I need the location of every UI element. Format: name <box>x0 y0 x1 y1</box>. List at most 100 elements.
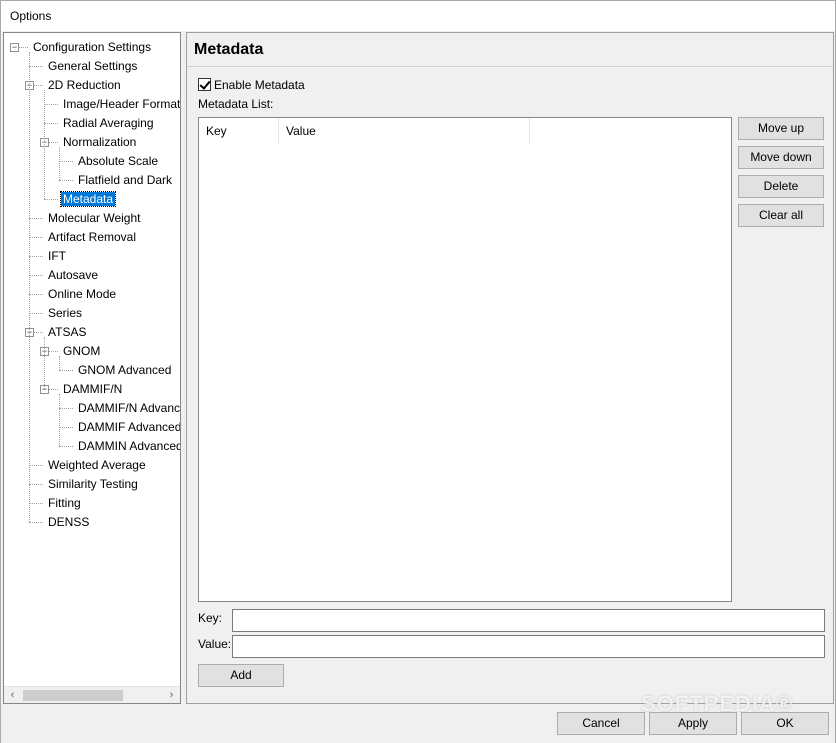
tree-item[interactable]: ATSAS <box>46 323 88 342</box>
delete-button[interactable]: Delete <box>738 175 824 198</box>
tree-item-label: General Settings <box>48 59 138 73</box>
column-header-value[interactable]: Value <box>279 118 530 144</box>
tree-connector <box>59 408 73 409</box>
move-down-button[interactable]: Move down <box>738 146 824 169</box>
tree-item[interactable]: Configuration Settings <box>31 38 153 57</box>
tree-item-label: Flatfield and Dark <box>78 173 173 187</box>
scrollbar-thumb[interactable] <box>23 690 123 701</box>
tree-item[interactable]: Online Mode <box>46 285 118 304</box>
scroll-left-icon[interactable]: ‹ <box>4 687 21 703</box>
tree-guide-line <box>29 52 30 522</box>
tree-connector <box>59 161 73 162</box>
tree-item[interactable]: IFT <box>46 247 68 266</box>
tree-guide-line <box>59 147 60 180</box>
tree-item-label: Online Mode <box>48 287 117 301</box>
scroll-right-icon[interactable]: › <box>163 687 180 703</box>
enable-metadata-label: Enable Metadata <box>214 78 305 92</box>
tree-item[interactable]: GNOM <box>61 342 102 361</box>
enable-metadata-row[interactable]: Enable Metadata <box>198 77 305 93</box>
tree-item-label: Fitting <box>48 496 81 510</box>
cancel-button[interactable]: Cancel <box>557 712 645 735</box>
tree-connector <box>29 522 43 523</box>
metadata-list-label: Metadata List: <box>198 97 274 111</box>
tree-item-label: GNOM <box>63 344 101 358</box>
tree-item-label: 2D Reduction <box>48 78 121 92</box>
tree-item-label: Molecular Weight <box>48 211 141 225</box>
tree-item[interactable]: Molecular Weight <box>46 209 142 228</box>
tree-connector <box>29 503 43 504</box>
tree-item-label: DENSS <box>48 515 90 529</box>
tree-item[interactable]: DAMMIF Advanced <box>76 418 181 437</box>
tree-item-label: DAMMIN Advanced <box>78 439 181 453</box>
metadata-list[interactable]: Key Value <box>198 117 732 602</box>
tree-item-label: IFT <box>48 249 66 263</box>
tree-connector <box>29 218 43 219</box>
tree-item-label: DAMMIF/N Advanced <box>78 401 181 415</box>
tree-item[interactable]: DAMMIF/N Advanced <box>76 399 181 418</box>
metadata-panel: Metadata Enable Metadata Metadata List: … <box>186 32 834 704</box>
tree-item-label: GNOM Advanced <box>78 363 172 377</box>
key-field-label: Key: <box>198 611 223 625</box>
tree-item-label: Weighted Average <box>48 458 146 472</box>
tree-item-label: Artifact Removal <box>48 230 137 244</box>
window-title: Options <box>10 9 52 23</box>
tree-item[interactable]: Metadata <box>59 190 117 209</box>
tree-item[interactable]: GNOM Advanced <box>76 361 173 380</box>
tree-item[interactable]: DAMMIN Advanced <box>76 437 181 456</box>
tree-item-label: Radial Averaging <box>63 116 154 130</box>
tree-item[interactable]: Artifact Removal <box>46 228 138 247</box>
tree-item[interactable]: DENSS <box>46 513 91 532</box>
tree-item[interactable]: Weighted Average <box>46 456 148 475</box>
add-button[interactable]: Add <box>198 664 284 687</box>
tree-item[interactable]: Autosave <box>46 266 100 285</box>
move-up-button[interactable]: Move up <box>738 117 824 140</box>
tree-horizontal-scrollbar[interactable]: ‹ › <box>4 686 180 703</box>
clear-all-button[interactable]: Clear all <box>738 204 824 227</box>
tree-item[interactable]: DAMMIF/N <box>61 380 124 399</box>
tree-item-label: Similarity Testing <box>48 477 138 491</box>
settings-tree[interactable]: − Configuration Settings General Settings −… <box>3 32 181 704</box>
tree-guide-line <box>59 394 60 446</box>
tree-item[interactable]: Image/Header Format <box>61 95 181 114</box>
tree-item[interactable]: Radial Averaging <box>61 114 156 133</box>
tree-connector <box>29 66 43 67</box>
tree-item-label: DAMMIF Advanced <box>78 420 181 434</box>
tree-connector <box>59 370 73 371</box>
tree-item[interactable]: Fitting <box>46 494 83 513</box>
tree-connector <box>29 313 43 314</box>
tree-connector <box>29 294 43 295</box>
tree-item[interactable]: General Settings <box>46 57 139 76</box>
tree-connector <box>44 104 58 105</box>
tree-connector <box>29 275 43 276</box>
tree-connector <box>29 237 43 238</box>
tree-item-label: Metadata <box>59 191 117 207</box>
key-input[interactable] <box>232 609 825 632</box>
options-window: Options − Configuration Settings General S… <box>0 0 836 743</box>
enable-metadata-checkbox[interactable] <box>198 78 211 91</box>
tree-connector <box>59 427 73 428</box>
tree-item[interactable]: Similarity Testing <box>46 475 140 494</box>
title-bar: Options <box>1 1 835 31</box>
tree-connector <box>29 484 43 485</box>
tree-item[interactable]: Flatfield and Dark <box>76 171 174 190</box>
tree-connector <box>59 446 73 447</box>
tree-item-label: ATSAS <box>48 325 87 339</box>
column-header-key[interactable]: Key <box>199 118 279 144</box>
value-input[interactable] <box>232 635 825 658</box>
tree-connector <box>59 180 73 181</box>
list-header: Key Value <box>199 118 731 144</box>
tree-item-label: Absolute Scale <box>78 154 159 168</box>
tree-connector <box>44 123 58 124</box>
collapse-icon[interactable]: − <box>10 43 19 52</box>
tree-item[interactable]: Normalization <box>61 133 138 152</box>
softpedia-watermark: SOFTPEDIA® <box>641 691 794 716</box>
tree-connector <box>29 256 43 257</box>
tree-item-label: Autosave <box>48 268 99 282</box>
tree-connector <box>44 199 58 200</box>
tree-connector <box>29 465 43 466</box>
tree-guide-line <box>44 337 45 389</box>
tree-item[interactable]: Absolute Scale <box>76 152 160 171</box>
tree-item[interactable]: Series <box>46 304 84 323</box>
tree-item-label: Image/Header Format <box>63 97 181 111</box>
tree-item[interactable]: 2D Reduction <box>46 76 123 95</box>
